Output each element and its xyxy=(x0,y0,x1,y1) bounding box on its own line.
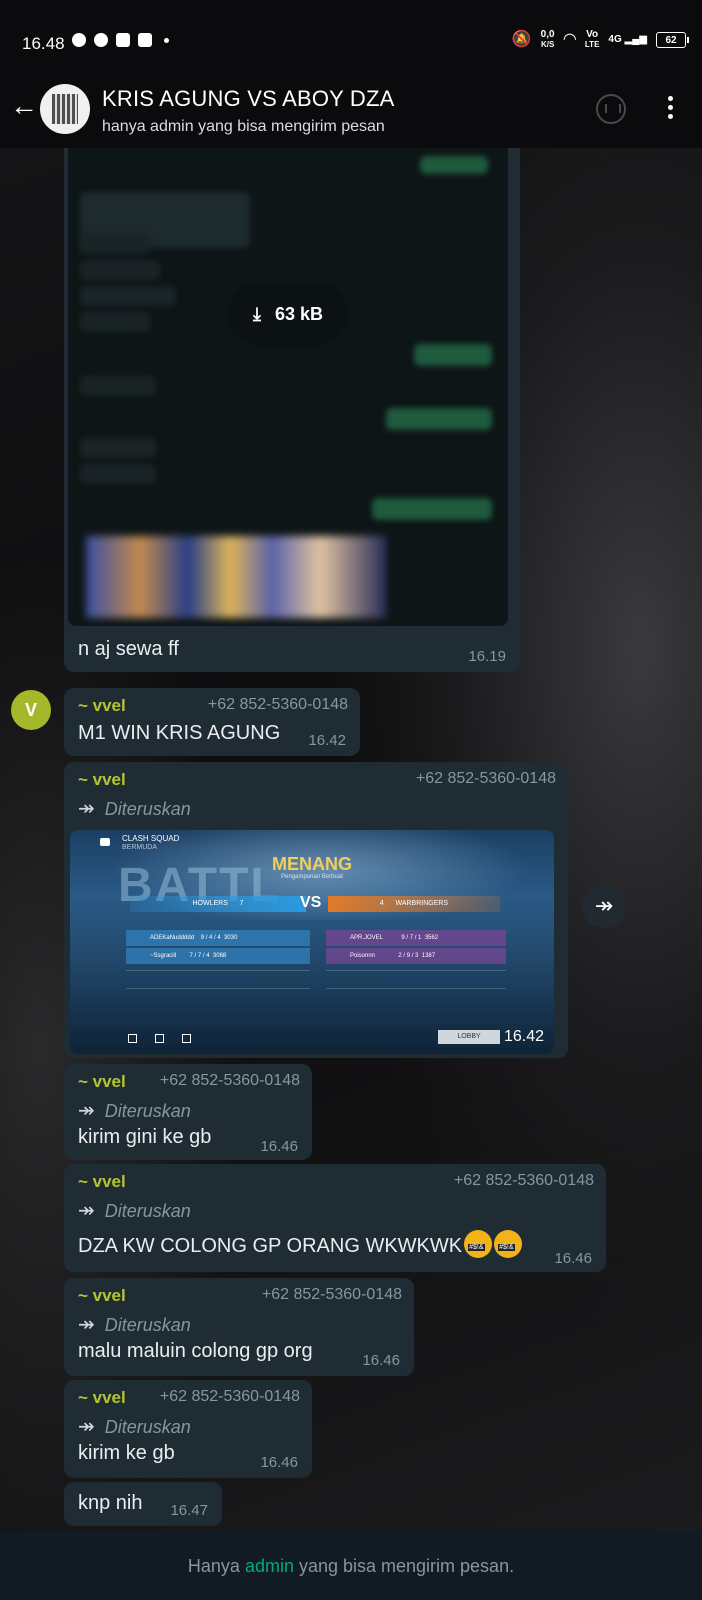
group-title[interactable]: KRIS AGUNG VS ABOY DZA xyxy=(102,86,395,112)
game-result-sub: Pengampunan Berbuat xyxy=(281,874,343,880)
message-text: kirim ke gb xyxy=(78,1442,175,1464)
versus-label: VS xyxy=(300,894,322,911)
voice-chat-icon[interactable] xyxy=(596,94,626,124)
group-subtitle: hanya admin yang bisa mengirim pesan xyxy=(102,118,385,135)
admin-only-notice: Hanya admin yang bisa mengirim pesan. xyxy=(0,1532,702,1600)
sender-name[interactable]: ~ vvel xyxy=(78,770,126,790)
discord-icon xyxy=(116,33,130,47)
lobby-button: LOBBY xyxy=(438,1030,500,1044)
sender-phone: +62 852-5360-0148 xyxy=(261,1286,402,1303)
download-size: 63 kB xyxy=(274,303,323,324)
mute-icon: 🔕 xyxy=(511,31,532,48)
sender-name[interactable]: ~ vvel xyxy=(78,1286,126,1306)
group-avatar[interactable] xyxy=(40,84,90,134)
angry-emoji-icon xyxy=(494,1230,523,1258)
forwarded-label: ↠ Diteruskan xyxy=(78,798,191,820)
status-bar: 16.48 🔕 0,0 K/S ◠ Vo LTE 4G ▂▄▆ 62 xyxy=(0,0,702,70)
message-time: 16.42 xyxy=(308,732,346,749)
game-map: BERMUDA xyxy=(122,844,158,851)
sender-phone: +62 852-5360-0148 xyxy=(207,696,348,713)
messenger-icon xyxy=(94,33,108,47)
facebook-icon xyxy=(72,33,86,47)
system-icons: 🔕 0,0 K/S ◠ Vo LTE 4G ▂▄▆ 62 xyxy=(511,29,689,50)
blurred-game-strip xyxy=(86,536,386,618)
message-time: 16.19 xyxy=(468,648,506,665)
net-speed: 0,0 K/S xyxy=(540,29,555,50)
angry-emoji-icon xyxy=(464,1230,493,1258)
image-caption: n aj sewa ff xyxy=(78,638,179,660)
chat-header: ← KRIS AGUNG VS ABOY DZA hanya admin yan… xyxy=(0,70,702,148)
stats-icon xyxy=(128,1034,137,1043)
forwarded-label: ↠ Diteruskan xyxy=(78,1416,191,1438)
sender-name[interactable]: ~ vvel xyxy=(78,696,126,716)
sender-phone: +62 852-5360-0148 xyxy=(453,1172,594,1189)
more-notifications-dot xyxy=(164,37,169,43)
notification-icons xyxy=(72,33,169,47)
message-text: malu maluin colong gp org xyxy=(78,1340,313,1362)
forwarded-image-message[interactable]: ~ vvel +62 852-5360-0148 ↠ Diteruskan BAT… xyxy=(64,762,568,1058)
blurred-image[interactable]: ⤓ 63 kB xyxy=(68,148,508,626)
forward-icon: ↠ xyxy=(78,1314,95,1336)
volte-indicator: Vo LTE xyxy=(584,29,600,50)
forwarded-text-message[interactable]: ~ vvel +62 852-5360-0148 ↠ Diteruskan DZA… xyxy=(64,1164,606,1272)
avatar[interactable]: V xyxy=(11,690,51,730)
game-toolbar xyxy=(128,1034,191,1043)
message-time: 16.46 xyxy=(554,1250,592,1267)
back-arrow-icon[interactable]: ← xyxy=(8,90,40,122)
forwarded-text-message[interactable]: ~ vvel +62 852-5360-0148 ↠ Diteruskan kir… xyxy=(64,1064,312,1160)
message-time: 16.46 xyxy=(362,1352,400,1369)
image-message[interactable]: ⤓ 63 kB n aj sewa ff 16.19 xyxy=(64,148,520,672)
app-notification-icon xyxy=(138,33,152,47)
forwarded-label: ↠ Diteruskan xyxy=(78,1200,191,1222)
forward-icon: ↠ xyxy=(78,798,95,820)
replay-icon xyxy=(155,1034,164,1043)
download-button[interactable]: ⤓ 63 kB xyxy=(228,282,348,346)
game-screenshot[interactable]: BATTL CLASH SQUAD BERMUDA MENANG Pengamp… xyxy=(70,830,554,1054)
game-result: MENANG xyxy=(272,854,352,874)
status-time: 16.48 xyxy=(22,34,65,53)
message-text: knp nih xyxy=(78,1492,143,1514)
game-mode: CLASH SQUAD xyxy=(122,834,180,843)
forwarded-text-message[interactable]: ~ vvel +62 852-5360-0148 ↠ Diteruskan mal… xyxy=(64,1278,414,1376)
message-text: kirim gini ke gb xyxy=(78,1126,212,1148)
qr-code-image xyxy=(52,94,78,124)
text-message[interactable]: knp nih 16.47 xyxy=(64,1482,222,1526)
message-time: 16.47 xyxy=(170,1502,208,1519)
battery-icon: 62 xyxy=(656,32,689,48)
sender-name[interactable]: ~ vvel xyxy=(78,1172,126,1192)
forwarded-label: ↠ Diteruskan xyxy=(78,1100,191,1122)
sender-phone: +62 852-5360-0148 xyxy=(159,1388,300,1405)
forwarded-text-message[interactable]: ~ vvel +62 852-5360-0148 ↠ Diteruskan kir… xyxy=(64,1380,312,1478)
sender-phone: +62 852-5360-0148 xyxy=(159,1072,300,1089)
wifi-icon: ◠ xyxy=(563,31,576,48)
download-icon: ⤓ xyxy=(252,303,261,324)
player-row: APR.JOVEL 9 / 7 / 1 3562 xyxy=(326,930,506,946)
sender-phone: +62 852-5360-0148 xyxy=(415,770,556,787)
player-row: ~Ssgracill 7 / 7 / 4 3068 xyxy=(126,948,310,964)
message-time: 16.46 xyxy=(260,1454,298,1471)
forward-icon: ↠ xyxy=(78,1200,95,1222)
camera-icon xyxy=(100,838,110,846)
text-message[interactable]: ~ vvel +62 852-5360-0148 M1 WIN KRIS AGU… xyxy=(64,688,360,756)
share-game-icon xyxy=(182,1034,191,1043)
signal-icon: 4G ▂▄▆ xyxy=(608,34,647,45)
sender-name[interactable]: ~ vvel xyxy=(78,1072,126,1092)
forwarded-label: ↠ Diteruskan xyxy=(78,1314,191,1336)
message-text: M1 WIN KRIS AGUNG xyxy=(78,722,281,744)
forward-share-icon[interactable]: ↠ xyxy=(582,884,626,928)
team-left-bar: HOWLERS 7 xyxy=(130,896,306,912)
message-time: 16.42 xyxy=(504,1028,545,1045)
sender-name[interactable]: ~ vvel xyxy=(78,1388,126,1408)
forward-icon: ↠ xyxy=(78,1100,95,1122)
player-row: ADEKaNuddddd 9 / 4 / 4 3030 xyxy=(126,930,310,946)
message-text: DZA KW COLONG GP ORANG WKWKWK xyxy=(78,1230,523,1258)
team-right-bar: 4 WARBRINGERS xyxy=(328,896,500,912)
message-time: 16.46 xyxy=(260,1138,298,1155)
more-options-icon[interactable] xyxy=(662,96,678,122)
forward-icon: ↠ xyxy=(78,1416,95,1438)
admin-link[interactable]: admin xyxy=(245,1556,294,1577)
player-row: Poisonnn 2 / 9 / 3 1387 xyxy=(326,948,506,964)
